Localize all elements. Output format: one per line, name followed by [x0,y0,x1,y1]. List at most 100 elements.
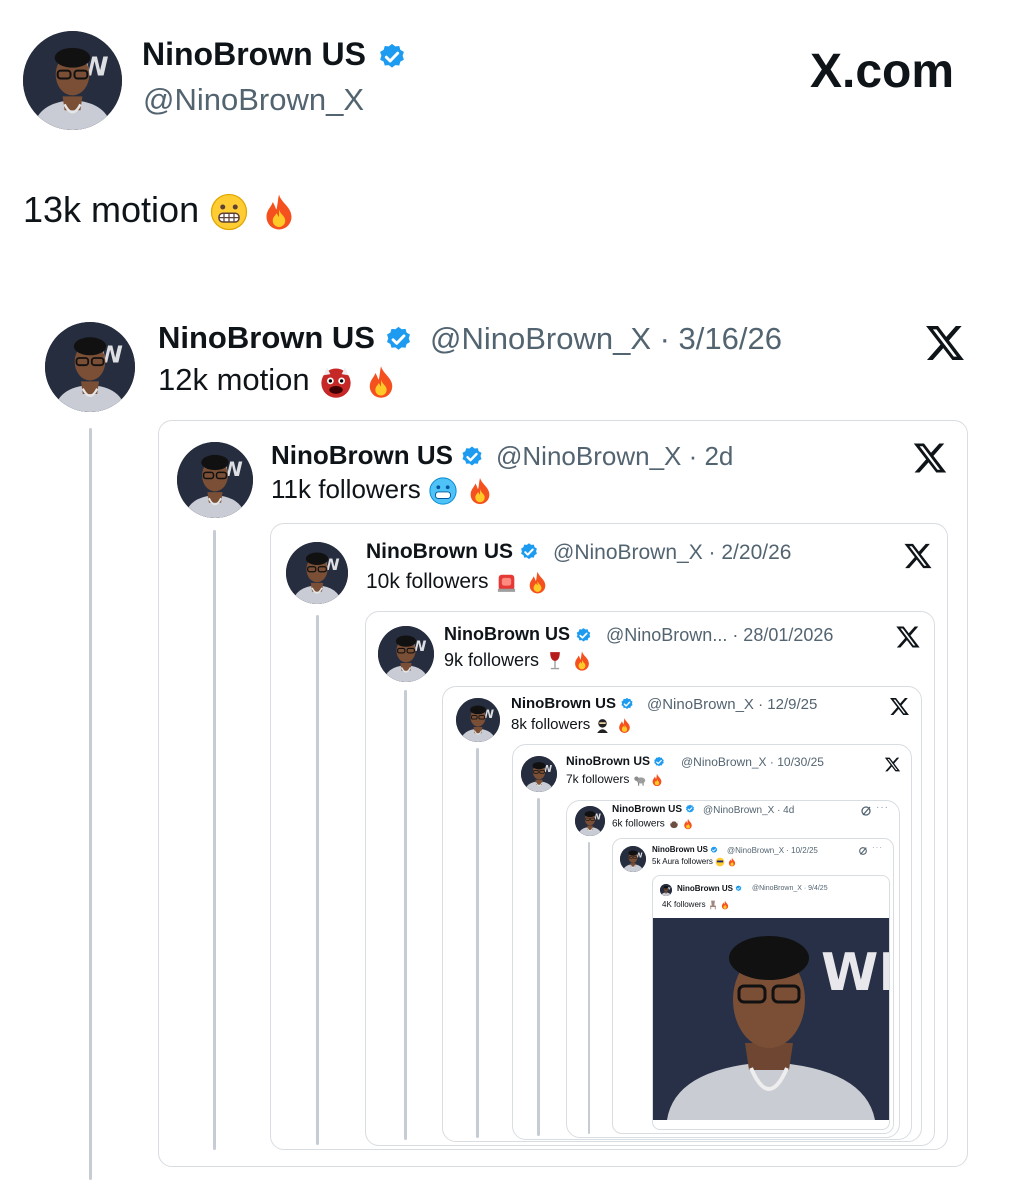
quote-9-name-text: NinoBrown US [677,884,733,893]
fire-icon [571,650,593,672]
quote-5-text-content: 8k followers [511,716,591,733]
quote-4-avatar[interactable] [378,626,434,682]
author-handle[interactable]: @NinoBrown_X [143,82,364,118]
thread-line [404,690,407,1140]
quote-6-name-text: NinoBrown US [566,754,650,768]
x-logo-icon[interactable] [895,624,921,650]
chair-icon [708,900,718,910]
quote-6-avatar[interactable] [521,756,557,792]
quote-4-name-text: NinoBrown US [444,624,570,644]
quote-1-meta[interactable]: @NinoBrown_X · 3/16/26 [430,321,782,357]
quote-2-text-content: 11k followers [271,474,421,504]
cold-face-icon [428,476,458,506]
quote-8-name[interactable]: NinoBrown US [652,845,718,854]
fire-icon [616,717,633,734]
fire-icon [363,364,399,400]
more-options-icon[interactable]: ··· [872,843,883,852]
quote-5-name[interactable]: NinoBrown US [511,695,634,712]
verified-badge-icon [685,804,695,814]
quote-1-name-text: NinoBrown US [158,320,375,355]
site-label: X.com [810,45,955,98]
quote-6-text-content: 7k followers [566,772,630,786]
ninja-icon [594,717,611,734]
goat-icon [633,773,647,787]
grimacing-face-icon [209,192,249,232]
bull-icon [668,818,680,830]
quote-8-meta[interactable]: @NinoBrown_X · 10/2/25 [727,846,818,855]
thread-line [89,428,92,1180]
quote-1-text-content: 12k motion [158,362,310,397]
quote-6-meta[interactable]: @NinoBrown_X · 10/30/25 [681,755,824,769]
ogre-icon [318,364,354,400]
quote-9-name[interactable]: NinoBrown US [677,884,742,893]
quote-5-meta[interactable]: @NinoBrown_X · 12/9/25 [647,696,817,713]
fire-icon [720,900,730,910]
x-logo-icon[interactable] [889,696,910,717]
quote-2-avatar[interactable] [177,442,253,518]
quote-3-avatar[interactable] [286,542,348,604]
quote-3-text-content: 10k followers [366,570,489,594]
fire-icon [650,773,664,787]
fire-icon [465,476,495,506]
quote-4-name[interactable]: NinoBrown US [444,624,592,645]
quote-1-name[interactable]: NinoBrown US [158,320,413,356]
quote-5-text: 8k followers [511,716,633,734]
more-options-icon[interactable]: ··· [876,802,889,813]
x-logo-icon[interactable] [903,541,933,571]
grok-icon[interactable] [858,846,868,856]
x-logo-icon[interactable] [924,322,966,364]
quote-9-text-content: 4K followers [662,900,706,910]
quote-9-text: 4K followers [662,900,730,910]
quote-2-name-text: NinoBrown US [271,440,453,470]
verified-badge-icon [710,846,718,854]
post-photo[interactable]: WI [653,918,889,1120]
verified-badge-icon [653,756,665,768]
thread-line [316,615,319,1145]
quote-2-name[interactable]: NinoBrown US [271,440,484,471]
quote-3-name-text: NinoBrown US [366,540,513,563]
quote-1-text: 12k motion [158,362,399,400]
fire-icon [259,192,299,232]
quote-9-meta[interactable]: @NinoBrown_X · 9/4/25 [752,885,828,892]
fire-icon [727,857,737,867]
author-name[interactable]: NinoBrown US [142,36,407,73]
quote-8-text-content: 5k Aura followers [652,857,713,867]
quote-5-avatar[interactable] [456,698,500,742]
quote-8-name-text: NinoBrown US [652,845,708,854]
x-logo-icon[interactable] [912,440,948,476]
quote-9-avatar[interactable] [660,884,672,896]
grok-icon[interactable] [860,805,872,817]
thread-line [213,530,216,1150]
quote-3-name[interactable]: NinoBrown US [366,540,539,564]
author-name-text: NinoBrown US [142,36,366,72]
sunglasses-face-icon [715,857,725,867]
x-logo-icon[interactable] [884,756,901,773]
quote-7-meta[interactable]: @NinoBrown_X · 4d [703,805,794,816]
thread-line [537,798,540,1136]
quote-7-name[interactable]: NinoBrown US [612,804,695,815]
wine-glass-icon [544,650,566,672]
avatar[interactable] [23,31,122,130]
verified-badge-icon [377,42,407,72]
verified-badge-icon [620,697,634,711]
verified-badge-icon [735,885,742,892]
quote-7-name-text: NinoBrown US [612,804,682,815]
quote-4-meta[interactable]: @NinoBrown... · 28/01/2026 [606,625,833,646]
quote-7-text-content: 6k followers [612,818,665,830]
quote-4-text: 9k followers [444,650,593,672]
quote-2-meta[interactable]: @NinoBrown_X · 2d [496,441,733,472]
verified-badge-icon [575,627,592,644]
quote-7-avatar[interactable] [575,806,605,836]
verified-badge-icon [384,325,413,354]
quote-7-text: 6k followers [612,818,694,830]
fire-icon [525,570,550,595]
quote-3-meta[interactable]: @NinoBrown_X · 2/20/26 [553,541,791,565]
quote-5-name-text: NinoBrown US [511,695,616,712]
verified-badge-icon [519,542,539,562]
quote-6-name[interactable]: NinoBrown US [566,754,665,768]
quote-6-text: 7k followers [566,772,664,787]
quote-4-text-content: 9k followers [444,650,540,670]
quote-8-avatar[interactable] [620,846,646,872]
siren-icon [494,570,519,595]
quote-1-avatar[interactable] [45,322,135,412]
